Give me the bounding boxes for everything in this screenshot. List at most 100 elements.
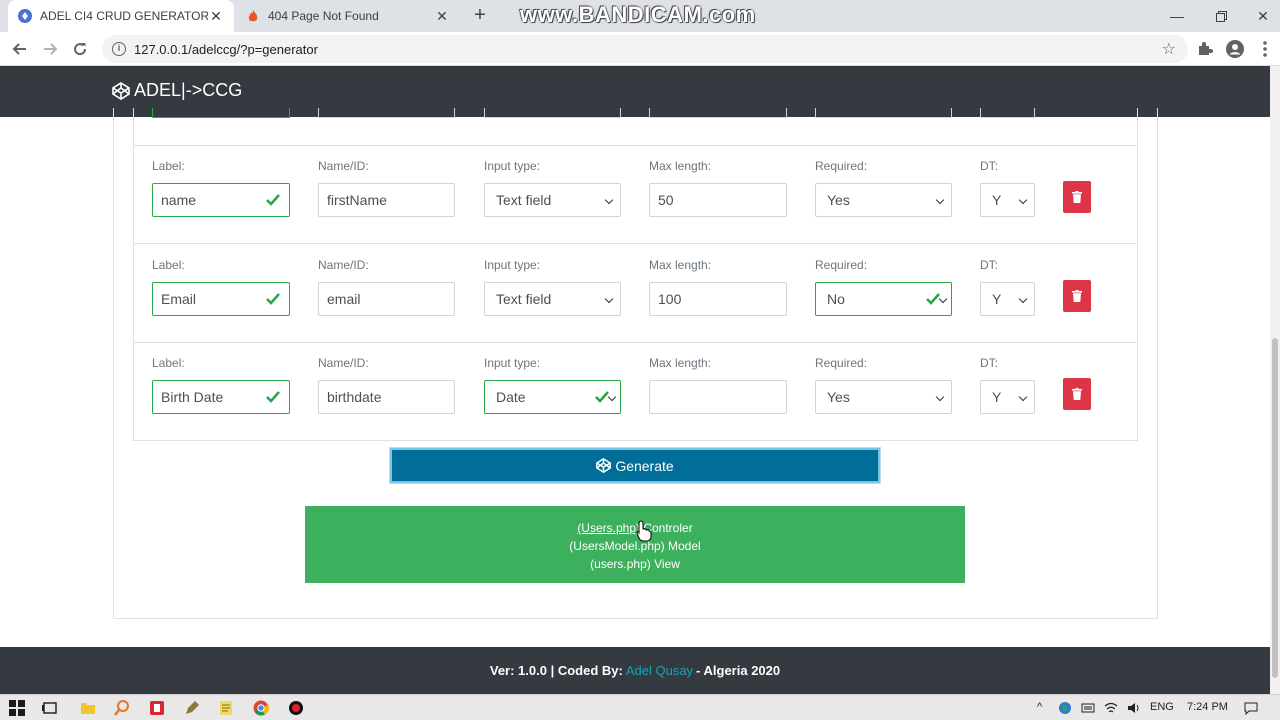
partial-field (980, 108, 1035, 118)
scrollbar-thumb[interactable] (1272, 338, 1278, 678)
notepad-app-icon[interactable] (218, 700, 234, 716)
address-bar[interactable]: i 127.0.0.1/adelccg/?p=generator ☆ (102, 35, 1188, 63)
app-footer: Ver: 1.0.0 | Coded By: Adel Qusay - Alge… (0, 647, 1270, 694)
tab-adel-generator[interactable]: ADEL CI4 CRUD GENERATOR ✕ (8, 0, 234, 32)
brand-text: ADEL|->CCG (134, 80, 243, 100)
name-id-input[interactable]: birthdate (318, 380, 455, 414)
record-icon[interactable] (288, 700, 304, 716)
generated-files-alert: (Users.php) Controler (UsersModel.php) M… (305, 506, 965, 583)
language-indicator[interactable]: ENG (1150, 701, 1174, 713)
delete-row-button[interactable] (1063, 181, 1091, 213)
input-type-caption: Input type: (484, 159, 541, 173)
task-view-icon[interactable] (42, 700, 58, 716)
required-value: No (827, 291, 845, 307)
label-input[interactable]: name (152, 183, 290, 217)
file-explorer-icon[interactable] (80, 700, 96, 716)
delete-row-button[interactable] (1063, 378, 1091, 410)
site-info-icon[interactable]: i (112, 42, 126, 56)
label-value: name (161, 192, 197, 208)
generate-button[interactable]: Generate (390, 448, 880, 483)
max-length-input[interactable] (649, 380, 787, 414)
clock-time[interactable]: 7:24 PM (1187, 701, 1228, 713)
valid-check-icon (266, 194, 280, 206)
view-line[interactable]: (users.php) View (305, 555, 965, 573)
windows-start-icon[interactable] (9, 700, 25, 716)
required-select[interactable]: Yes (815, 183, 952, 217)
required-select[interactable]: No (815, 282, 952, 316)
dt-select[interactable]: Y (980, 282, 1035, 316)
valid-check-icon (926, 293, 940, 305)
trash-icon (1072, 290, 1082, 302)
name-id-input[interactable]: firstName (318, 183, 455, 217)
tab-close-icon[interactable]: ✕ (208, 8, 224, 25)
url-text: 127.0.0.1/adelccg/?p=generator (134, 41, 318, 57)
label-input[interactable]: Email (152, 282, 290, 316)
author-link[interactable]: Adel Qusay (626, 663, 693, 678)
minimize-icon[interactable]: — (1154, 0, 1200, 32)
max-length-input[interactable]: 50 (649, 183, 787, 217)
partial-field (152, 108, 290, 118)
required-value: Yes (827, 389, 850, 405)
required-value: Yes (827, 192, 850, 208)
window-close-icon[interactable]: ✕ (1240, 0, 1280, 32)
forward-arrow-icon[interactable] (38, 37, 62, 61)
delete-row-button[interactable] (1063, 280, 1091, 312)
input-type-select[interactable]: Date (484, 380, 621, 414)
extensions-puzzle-icon[interactable] (1195, 39, 1215, 59)
tab-404[interactable]: 404 Page Not Found ✕ (236, 0, 460, 32)
search-tool-icon[interactable] (114, 700, 130, 716)
label-caption: Label: (152, 159, 185, 173)
editor-app-icon[interactable] (184, 700, 200, 716)
dt-value: Y (992, 192, 1002, 208)
profile-avatar-icon[interactable] (1225, 39, 1245, 59)
dt-caption: DT: (980, 258, 998, 272)
input-type-select[interactable]: Text field (484, 282, 621, 316)
input-type-value: Date (496, 389, 526, 405)
chrome-icon[interactable] (253, 700, 269, 716)
controller-file-link[interactable]: (Users.php) (577, 521, 640, 535)
network-globe-icon[interactable] (1058, 701, 1072, 715)
tray-chevron-up-icon[interactable]: ^ (1037, 701, 1042, 713)
row-divider (134, 145, 1137, 146)
required-select[interactable]: Yes (815, 380, 952, 414)
label-caption: Label: (152, 356, 185, 370)
row-divider (134, 243, 1137, 244)
input-type-caption: Input type: (484, 258, 541, 272)
name-id-input[interactable]: email (318, 282, 455, 316)
red-app-icon[interactable] (149, 700, 165, 716)
volume-icon[interactable] (1127, 701, 1141, 715)
dt-select[interactable]: Y (980, 183, 1035, 217)
footer-version: Ver: 1.0.0 | Coded By: (489, 663, 623, 678)
max-length-value: 50 (658, 192, 674, 208)
back-arrow-icon[interactable] (8, 37, 32, 61)
menu-kebab-icon[interactable] (1255, 39, 1275, 59)
keyboard-tray-icon[interactable] (1081, 701, 1095, 715)
reload-icon[interactable] (68, 37, 92, 61)
valid-check-icon (266, 293, 280, 305)
partial-field (484, 108, 621, 118)
wifi-icon[interactable] (1104, 701, 1118, 715)
row-divider (134, 342, 1137, 343)
max-length-caption: Max length: (649, 258, 712, 272)
input-type-select[interactable]: Text field (484, 183, 621, 217)
codepen-cube-icon (596, 458, 612, 473)
dt-value: Y (992, 291, 1002, 307)
input-type-caption: Input type: (484, 356, 541, 370)
brand-link[interactable]: ADEL|->CCG (112, 80, 242, 101)
name-id-caption: Name/ID: (318, 159, 369, 173)
model-line[interactable]: (UsersModel.php) Model (305, 537, 965, 555)
label-input[interactable]: Birth Date (152, 380, 290, 414)
tab-title: ADEL CI4 CRUD GENERATOR (40, 9, 208, 23)
new-tab-icon[interactable]: + (468, 4, 492, 28)
tab-close-icon[interactable]: ✕ (434, 8, 450, 25)
trash-icon (1072, 191, 1082, 203)
max-length-caption: Max length: (649, 159, 712, 173)
max-length-input[interactable]: 100 (649, 282, 787, 316)
partial-field (649, 108, 787, 118)
restore-icon[interactable] (1198, 0, 1244, 32)
valid-check-icon (266, 391, 280, 403)
max-length-value: 100 (658, 291, 682, 307)
dt-select[interactable]: Y (980, 380, 1035, 414)
notification-icon[interactable] (1244, 701, 1258, 715)
bookmark-star-icon[interactable]: ☆ (1162, 39, 1176, 59)
